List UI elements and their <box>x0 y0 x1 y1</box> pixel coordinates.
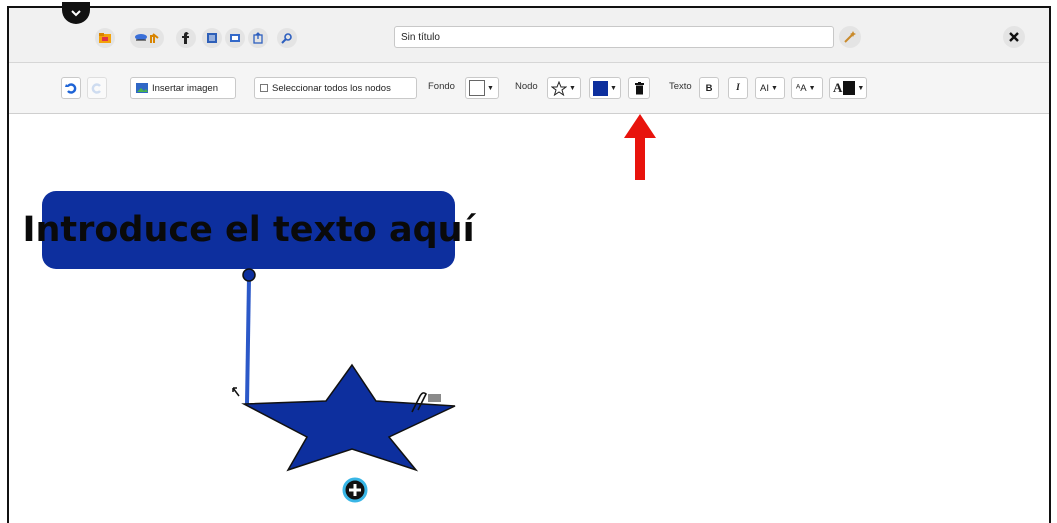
redo-button[interactable] <box>87 77 107 99</box>
share-icon <box>182 32 189 44</box>
text-button[interactable] <box>202 28 222 48</box>
insert-image-label: Insertar imagen <box>152 82 219 94</box>
star-node[interactable] <box>241 363 456 472</box>
edit-toolbar: Insertar imagen Seleccionar todos los no… <box>9 63 1049 114</box>
bold-button[interactable]: B <box>699 77 719 99</box>
open-button[interactable] <box>95 28 115 48</box>
redo-icon <box>91 83 101 94</box>
chevron-down-icon: ▼ <box>770 84 778 92</box>
node-label: Nodo <box>515 81 538 92</box>
font-size-glyph: AI <box>760 82 769 94</box>
close-button[interactable] <box>1003 26 1025 48</box>
star-shape-icon <box>551 80 567 96</box>
font-color-swatch <box>843 81 856 95</box>
background-swatch <box>469 80 485 96</box>
background-label: Fondo <box>428 81 455 92</box>
menu-toggle-button[interactable] <box>62 2 90 24</box>
save-button[interactable] <box>130 28 164 48</box>
node-color-picker[interactable]: ▼ <box>589 77 621 99</box>
search-button[interactable] <box>277 28 297 48</box>
presentation-button[interactable] <box>225 28 245 48</box>
insert-image-button[interactable]: Insertar imagen <box>130 77 236 99</box>
undo-icon <box>65 83 77 94</box>
undo-button[interactable] <box>61 77 81 99</box>
connector-line <box>245 277 251 405</box>
chevron-down-icon: ▼ <box>487 84 494 92</box>
checkbox-icon <box>260 84 268 92</box>
italic-button[interactable]: I <box>728 77 748 99</box>
menu-chevron-icon <box>71 10 81 17</box>
bold-glyph: B <box>705 82 713 94</box>
letter-case-picker[interactable]: ᴬA ▼ <box>791 77 823 99</box>
export-button[interactable] <box>248 28 268 48</box>
node-shape-picker[interactable]: ▼ <box>547 77 581 99</box>
font-color-glyph: A <box>833 80 843 95</box>
red-arrow-annotation <box>624 114 656 180</box>
font-color-picker[interactable]: A ▼ <box>829 77 867 99</box>
magic-wand-icon <box>844 31 856 43</box>
magic-wand-button[interactable] <box>839 26 861 48</box>
chevron-down-icon: ▼ <box>610 84 617 92</box>
export-icon <box>253 32 263 44</box>
select-all-nodes-button[interactable]: Seleccionar todos los nodos <box>254 77 417 99</box>
font-size-picker[interactable]: AI ▼ <box>755 77 785 99</box>
resize-arrow-icon[interactable] <box>232 387 240 397</box>
share-button[interactable] <box>176 28 196 48</box>
chevron-down-icon: ▼ <box>569 84 576 92</box>
presentation-icon <box>230 34 240 42</box>
chevron-down-icon: ▼ <box>808 84 816 92</box>
image-icon <box>136 83 148 93</box>
add-child-node-button[interactable] <box>342 477 368 503</box>
root-node[interactable]: Introduce el texto aquí <box>22 191 475 269</box>
italic-glyph: I <box>736 83 740 93</box>
root-node-text: Introduce el texto aquí <box>22 210 475 250</box>
text-label: Texto <box>669 81 692 92</box>
select-all-label: Seleccionar todos los nodos <box>272 82 391 94</box>
node-color-swatch <box>593 80 608 96</box>
background-color-picker[interactable]: ▼ <box>465 77 499 99</box>
delete-node-button[interactable] <box>628 77 650 99</box>
letter-case-glyph: ᴬA <box>796 82 807 94</box>
chevron-down-icon: ▼ <box>857 84 865 92</box>
trash-icon <box>634 81 644 94</box>
open-folder-icon <box>99 33 111 43</box>
connector-handle[interactable] <box>242 268 256 282</box>
close-icon <box>1009 32 1019 42</box>
document-title-input[interactable] <box>394 26 834 48</box>
save-icon <box>135 33 159 43</box>
text-icon <box>207 33 217 43</box>
search-icon <box>281 33 292 44</box>
app-window: Insertar imagen Seleccionar todos los no… <box>7 2 1051 523</box>
top-bar <box>9 2 1049 63</box>
